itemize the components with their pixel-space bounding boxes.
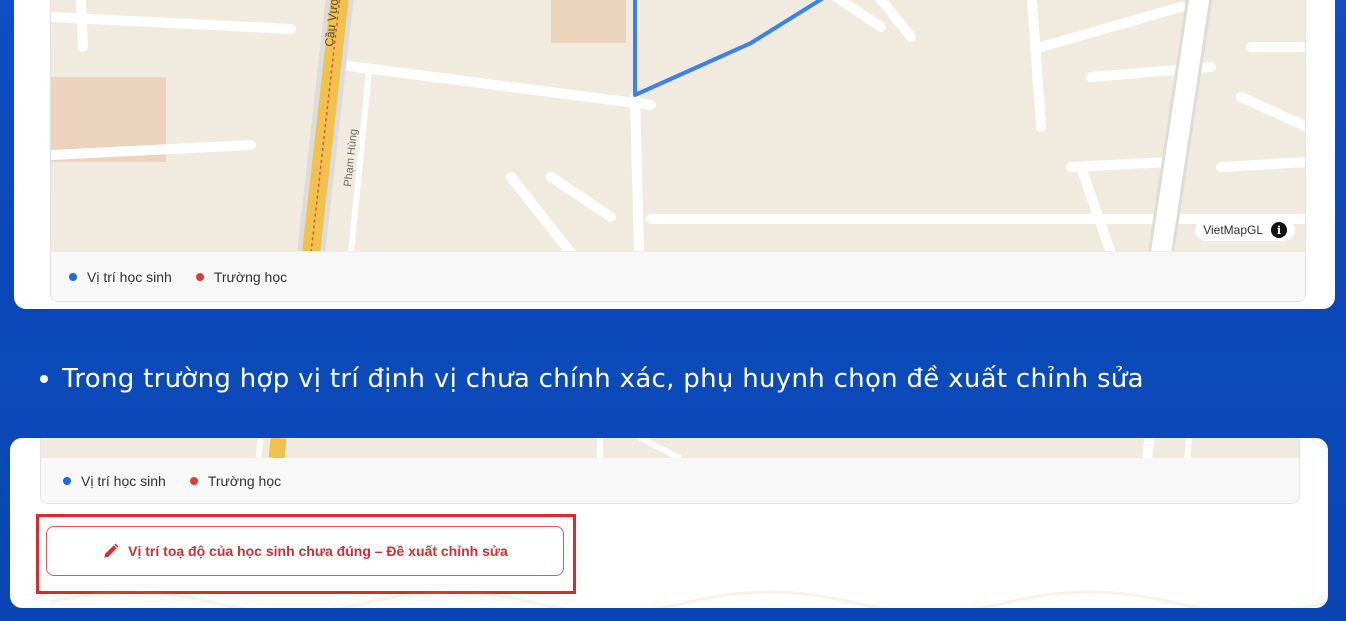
legend-student-label: Vị trí học sinh: [87, 268, 172, 285]
watermark-pattern: [49, 590, 1328, 608]
map-card: Cầu Vượt Mai Phạm Hùng VietMapGL i Vị tr…: [14, 0, 1335, 309]
map-block: [551, 0, 626, 43]
instruction-line: Trong trường hợp vị trí định vị chưa chí…: [40, 364, 1144, 394]
student-dot-icon: [63, 477, 71, 485]
legend-student: Vị trí học sinh: [69, 269, 172, 285]
map-canvas: Cầu Vượt Mai Phạm Hùng: [51, 0, 1305, 253]
info-icon[interactable]: i: [1271, 222, 1287, 238]
map-view[interactable]: Cầu Vượt Mai Phạm Hùng VietMapGL i: [51, 0, 1305, 253]
suggest-edit-button[interactable]: Vị trí toạ độ của học sinh chưa đúng – Đ…: [46, 526, 564, 576]
legend-school-label: Trường học: [207, 473, 282, 489]
school-dot-icon: [195, 272, 204, 281]
legend-school: Trường học: [189, 473, 282, 489]
instruction-text: Trong trường hợp vị trí định vị chưa chí…: [62, 364, 1144, 394]
legend-student: Vị trí học sinh: [63, 473, 166, 489]
attribution-text: VietMapGL: [1203, 223, 1263, 237]
legend-school: Trường học: [195, 268, 288, 285]
map-frame-bottom: Vị trí học sinh Trường học: [40, 438, 1300, 504]
student-dot-icon: [69, 272, 77, 281]
map-legend: Vị trí học sinh Trường học: [51, 251, 1305, 301]
bullet-icon: [40, 375, 48, 383]
legend-student-label: Vị trí học sinh: [81, 473, 166, 489]
map-legend-bottom: Vị trí học sinh Trường học: [41, 458, 1299, 503]
school-dot-icon: [189, 477, 198, 485]
map-attribution[interactable]: VietMapGL i: [1195, 219, 1295, 241]
map-frame: Cầu Vượt Mai Phạm Hùng VietMapGL i Vị tr…: [50, 0, 1306, 302]
suggest-card: Vị trí học sinh Trường học Vị trí toạ độ…: [10, 438, 1328, 608]
suggest-button-label: Vị trí toạ độ của học sinh chưa đúng – Đ…: [128, 543, 508, 559]
legend-school-label: Trường học: [213, 268, 288, 285]
map-strip: [41, 438, 1299, 458]
pencil-icon: [104, 543, 119, 558]
